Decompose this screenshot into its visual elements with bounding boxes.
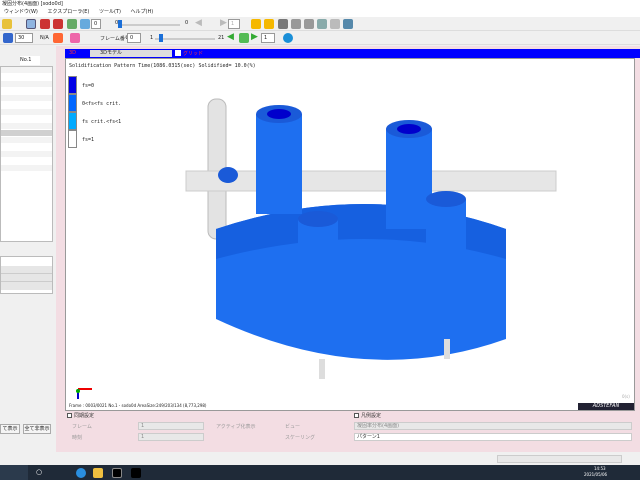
progress-bar xyxy=(497,455,622,463)
step-input[interactable]: 1 xyxy=(261,33,275,43)
app-icon[interactable] xyxy=(112,468,122,478)
cube6-icon[interactable] xyxy=(343,19,353,29)
menu-explorer[interactable]: エクスプローラ(E) xyxy=(47,9,89,15)
explorer-icon[interactable] xyxy=(93,468,103,478)
time-slider[interactable] xyxy=(118,24,180,26)
step-spinner[interactable]: 0 xyxy=(91,19,101,29)
legend-swatch xyxy=(68,94,77,112)
result3-icon[interactable] xyxy=(67,19,77,29)
casting-model xyxy=(76,98,557,399)
axis-y-icon xyxy=(76,389,80,393)
menu-help[interactable]: ヘルプ(H) xyxy=(131,9,154,15)
result-icon[interactable] xyxy=(40,19,50,29)
legend-swatch xyxy=(68,130,77,148)
show-button[interactable]: て表示 xyxy=(0,424,20,434)
window-title: 凝固分布(4画面) [sodo0d] xyxy=(0,0,640,8)
cube4-icon[interactable] xyxy=(317,19,327,29)
frame-slider-thumb[interactable] xyxy=(159,34,163,42)
model-select[interactable]: 3Dモデル xyxy=(90,50,172,57)
menu-bar: ウィンドウ(W) エクスプローラ(E) ツール(T) ヘルプ(H) xyxy=(0,8,640,17)
pattern-select[interactable]: パターン1 xyxy=(354,433,632,441)
edge-icon[interactable] xyxy=(76,468,86,478)
tab-no1[interactable]: No.1 xyxy=(20,56,40,65)
next-icon[interactable]: ▶ xyxy=(220,18,227,28)
search-box[interactable] xyxy=(0,465,28,480)
cube2-icon[interactable] xyxy=(291,19,301,29)
toolbar-secondary: 30 N/A フレーム番号 0 1 21 ◀ ▶ 1 xyxy=(0,31,640,45)
zoom-spinner[interactable]: 30 xyxy=(15,33,33,43)
frame-input[interactable]: 1 xyxy=(138,422,204,430)
frame-slider[interactable] xyxy=(155,38,215,40)
toolbar-main: 0 0 0 ◀ ▶ 1 xyxy=(0,17,640,31)
hide-all-button[interactable]: 全て非表示 xyxy=(23,424,51,434)
help-icon[interactable] xyxy=(283,33,293,43)
stop-icon[interactable] xyxy=(239,33,249,43)
sync-checkbox[interactable] xyxy=(67,413,72,418)
frame-number-input[interactable]: 0 xyxy=(127,33,141,43)
play-icon[interactable]: ▶ xyxy=(251,32,258,42)
model-icon[interactable] xyxy=(2,19,12,29)
prev-frame-icon[interactable]: ◀ xyxy=(227,32,234,42)
legend-checkbox[interactable] xyxy=(354,413,359,418)
export2-icon[interactable] xyxy=(264,19,274,29)
legend-swatch xyxy=(68,76,77,94)
export-icon[interactable] xyxy=(251,19,261,29)
cube-icon[interactable] xyxy=(278,19,288,29)
menu-tools[interactable]: ツール(T) xyxy=(99,9,121,15)
time-input[interactable]: 1 xyxy=(138,433,204,441)
color-icon[interactable] xyxy=(70,33,80,43)
3d-view-icon[interactable] xyxy=(26,19,36,29)
arrow-icon[interactable] xyxy=(53,33,63,43)
legend-swatch xyxy=(68,112,77,130)
cube5-icon[interactable] xyxy=(330,19,340,29)
adstefan-logo: ADSTEFAN xyxy=(578,403,634,410)
3d-render[interactable] xyxy=(65,58,635,411)
cube3-icon[interactable] xyxy=(304,19,314,29)
result-list[interactable] xyxy=(0,66,53,242)
app2-icon[interactable] xyxy=(131,468,141,478)
prev-icon[interactable]: ◀ xyxy=(195,18,202,28)
property-panel xyxy=(0,256,53,294)
menu-window[interactable]: ウィンドウ(W) xyxy=(4,9,38,15)
taskbar: ○ 14:53 2021/05/06 xyxy=(0,465,640,480)
grid-checkbox[interactable] xyxy=(175,50,181,56)
na-button[interactable]: N/A xyxy=(40,35,49,41)
result2-icon[interactable] xyxy=(53,19,63,29)
frame-spinner[interactable]: 1 xyxy=(228,19,240,29)
result4-icon[interactable] xyxy=(80,19,90,29)
layout-select[interactable]: 凝固率分布(4画面) xyxy=(354,422,632,430)
status-text: Frame : 0003/0021 No.1 - sodo0d AreaSize… xyxy=(69,403,207,408)
info-text: Solidification Pattern Time(1086.0315(se… xyxy=(69,63,256,69)
slider-thumb[interactable] xyxy=(118,20,122,28)
task-view-icon[interactable]: ○ xyxy=(36,468,42,476)
zoom-icon[interactable] xyxy=(3,33,13,43)
viewport-header: 3D 3Dモデル グリッド xyxy=(65,49,640,58)
